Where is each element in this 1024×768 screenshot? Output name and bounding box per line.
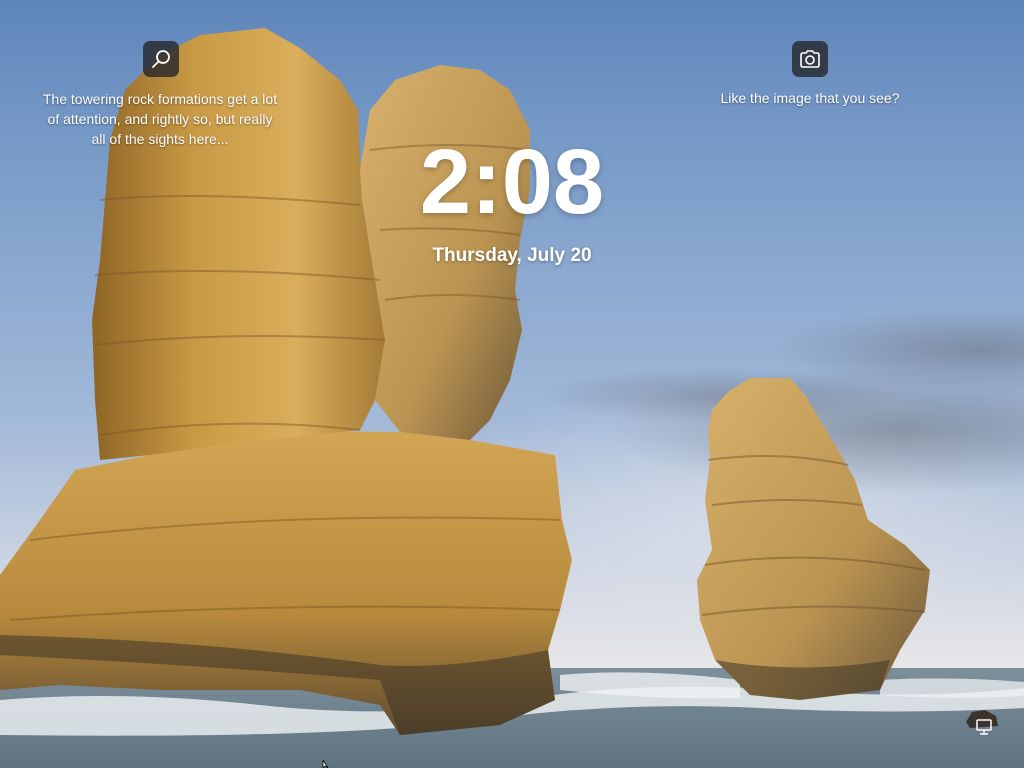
- camera-icon-button[interactable]: [792, 41, 828, 77]
- lock-screen-time: 2:08: [0, 130, 1024, 234]
- lock-screen-date: Thursday, July 20: [432, 245, 592, 266]
- search-icon-button[interactable]: [143, 41, 179, 77]
- spotlight-like-text[interactable]: Like the image that you see?: [700, 89, 920, 107]
- network-icon[interactable]: [975, 717, 995, 737]
- time-text: 2:08: [419, 131, 605, 233]
- mouse-cursor-icon: [322, 760, 329, 768]
- search-icon: [152, 50, 170, 68]
- camera-icon: [800, 50, 820, 68]
